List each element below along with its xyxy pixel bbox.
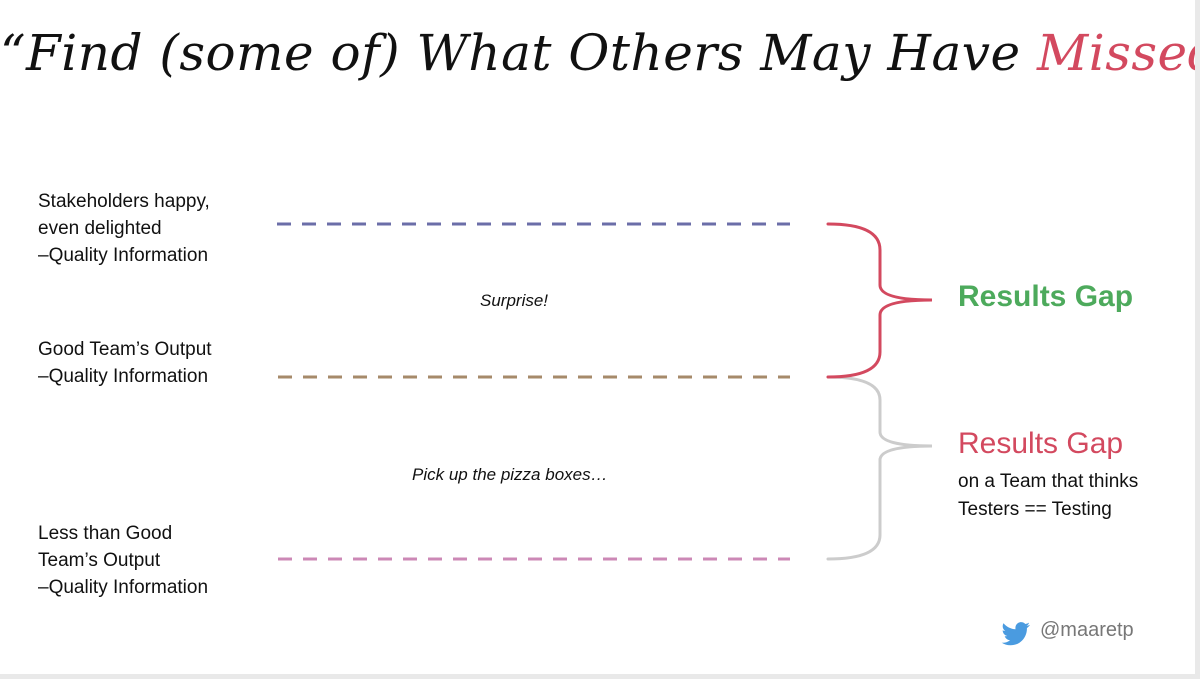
label-line: –Quality Information <box>38 577 209 598</box>
less-than-good-label: Less than Good Team’s Output –Quality In… <box>38 520 208 601</box>
label-line: –Quality Information <box>38 366 209 387</box>
label-line: –Quality Information <box>38 245 209 266</box>
label-line: Team’s Output <box>38 550 161 571</box>
twitter-handle: @maaretp <box>1040 619 1134 641</box>
stakeholders-label: Stakeholders happy, even delighted –Qual… <box>38 188 210 269</box>
label-line: Stakeholders happy, <box>38 191 210 212</box>
label-line: even delighted <box>38 218 162 239</box>
subtitle-line: on a Team that thinks <box>958 471 1139 492</box>
results-gap-upper: Results Gap <box>958 280 1134 313</box>
label-line: Good Team’s Output <box>38 339 212 360</box>
pizza-boxes-note: Pick up the pizza boxes… <box>412 465 608 484</box>
label-line: Less than Good <box>38 523 173 544</box>
lower-gap-brace <box>826 375 933 561</box>
upper-gap-brace <box>826 222 933 379</box>
results-gap-lower: Results Gap <box>958 427 1124 460</box>
subtitle-line: Testers == Testing <box>958 499 1112 520</box>
results-gap-lower-subtitle: on a Team that thinks Testers == Testing <box>958 468 1138 524</box>
twitter-bird-icon <box>1001 622 1030 646</box>
slide: “Find (some of) What Others May Have Mis… <box>0 0 1195 674</box>
surprise-note: Surprise! <box>480 291 549 310</box>
good-team-label: Good Team’s Output –Quality Information <box>38 336 212 390</box>
